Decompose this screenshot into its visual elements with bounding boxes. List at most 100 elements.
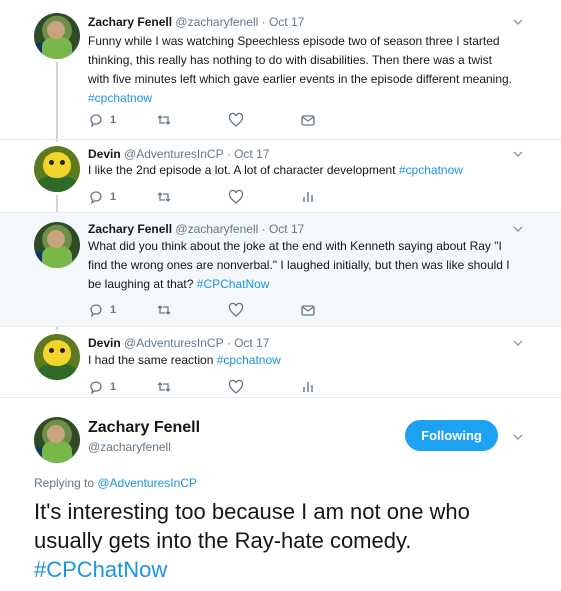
analytics-button[interactable] [300, 379, 316, 395]
avatar[interactable] [34, 334, 80, 380]
author-handle[interactable]: @zacharyfenell [175, 15, 258, 29]
heart-icon [228, 379, 244, 394]
tweet-text-line: Funny while I was watching Speechless ep… [88, 34, 500, 48]
reply-icon [90, 381, 102, 395]
tweet[interactable]: Zachary Fenell @zacharyfenell · Oct 17 W… [0, 213, 561, 327]
tweet-date[interactable]: Oct 17 [269, 222, 304, 236]
separator-dot: · [261, 222, 266, 236]
tweet[interactable]: Devin @AdventuresInCP · Oct 17 I had the… [0, 327, 561, 398]
retweet-button[interactable] [156, 302, 172, 318]
direct-message-button[interactable] [300, 112, 316, 128]
tweet-header: Zachary Fenell @zacharyfenell · Oct 17 [88, 222, 304, 236]
tweet-header: Devin @AdventuresInCP · Oct 17 [88, 147, 269, 161]
tweet-text: I like the 2nd episode a lot. A lot of c… [88, 161, 528, 180]
author-name[interactable]: Zachary Fenell [88, 419, 200, 437]
hashtag-link[interactable]: #CPChatNow [34, 557, 167, 582]
retweet-button[interactable] [156, 189, 172, 205]
tweet-text: Funny while I was watching Speechless ep… [88, 32, 528, 108]
tweet[interactable]: Zachary Fenell @zacharyfenell · Oct 17 F… [0, 0, 561, 140]
chevron-down-icon[interactable] [512, 16, 524, 28]
tweet-text-line: What did you think about the joke at the… [88, 239, 502, 253]
reply-button[interactable]: 1 [88, 112, 116, 128]
separator-dot: · [226, 147, 231, 161]
author-handle[interactable]: @zacharyfenell [175, 222, 258, 236]
tweet-header: Devin @AdventuresInCP · Oct 17 [88, 336, 269, 350]
hashtag-link[interactable]: #cpchatnow [399, 163, 463, 177]
reply-count: 1 [110, 304, 117, 316]
retweet-button[interactable] [156, 379, 172, 395]
author-handle[interactable]: @zacharyfenell [88, 440, 171, 454]
like-button[interactable] [228, 379, 244, 395]
tweet-text-line: I had the same reaction [88, 353, 217, 367]
direct-message-button[interactable] [300, 302, 316, 318]
tweet-actions: 1 [88, 302, 388, 318]
replying-to-link[interactable]: @AdventuresInCP [97, 476, 197, 490]
avatar[interactable] [34, 222, 80, 268]
avatar[interactable] [34, 417, 80, 463]
reply-count: 1 [110, 114, 117, 126]
hashtag-link[interactable]: #cpchatnow [217, 353, 281, 367]
focused-tweet-text: It's interesting too because I am not on… [34, 497, 554, 584]
message-icon [301, 305, 315, 316]
tweet-actions: 1 [88, 112, 388, 128]
retweet-button[interactable] [156, 112, 172, 128]
like-button[interactable] [228, 302, 244, 318]
tweet-text: What did you think about the joke at the… [88, 237, 528, 294]
tweet-text-line: It's interesting too because I am not on… [34, 499, 470, 524]
reply-button[interactable]: 1 [88, 189, 116, 205]
separator-dot: · [226, 336, 231, 350]
retweet-icon [157, 305, 171, 315]
retweet-icon [157, 192, 171, 202]
tweet-date[interactable]: Oct 17 [234, 336, 269, 350]
reply-icon [90, 191, 102, 205]
tweet-date[interactable]: Oct 17 [269, 15, 304, 29]
replying-to: Replying to @AdventuresInCP [34, 476, 197, 490]
heart-icon [228, 189, 244, 204]
tweet-actions: 1 [88, 379, 388, 395]
avatar[interactable] [34, 146, 80, 192]
tweet-text-line: usually gets into the Ray-hate comedy. [34, 528, 412, 553]
reply-button[interactable]: 1 [88, 302, 116, 318]
author-handle[interactable]: @AdventuresInCP [124, 147, 223, 161]
author-name[interactable]: Devin [88, 147, 121, 161]
chevron-down-icon[interactable] [512, 223, 524, 235]
like-button[interactable] [228, 189, 244, 205]
author-name[interactable]: Zachary Fenell [88, 222, 172, 236]
tweet-text-line: I like the 2nd episode a lot. A lot of c… [88, 163, 399, 177]
reply-icon [90, 304, 102, 318]
tweet-text-line: thinking, this really has nothing to do … [88, 53, 492, 67]
analytics-icon [303, 382, 313, 392]
tweet-text-line: be laughing at that? [88, 277, 197, 291]
reply-count: 1 [110, 381, 117, 393]
tweet-text: I had the same reaction #cpchatnow [88, 351, 528, 370]
hashtag-link[interactable]: #CPChatNow [197, 277, 270, 291]
retweet-icon [157, 115, 171, 125]
tweet-date[interactable]: Oct 17 [234, 147, 269, 161]
author-handle[interactable]: @AdventuresInCP [124, 336, 223, 350]
chevron-down-icon[interactable] [512, 431, 524, 443]
analytics-icon [303, 192, 313, 202]
author-name[interactable]: Devin [88, 336, 121, 350]
tweet-actions: 1 [88, 189, 388, 205]
heart-icon [228, 302, 244, 317]
author-name[interactable]: Zachary Fenell [88, 15, 172, 29]
avatar[interactable] [34, 13, 80, 59]
tweet[interactable]: Devin @AdventuresInCP · Oct 17 I like th… [0, 140, 561, 213]
reply-count: 1 [110, 191, 117, 203]
following-button[interactable]: Following [405, 420, 498, 451]
analytics-button[interactable] [300, 189, 316, 205]
chevron-down-icon[interactable] [512, 148, 524, 160]
message-icon [301, 115, 315, 126]
chevron-down-icon[interactable] [512, 337, 524, 349]
retweet-icon [157, 382, 171, 392]
hashtag-link[interactable]: #cpchatnow [88, 91, 152, 105]
reply-icon [90, 114, 102, 128]
reply-button[interactable]: 1 [88, 379, 116, 395]
separator-dot: · [261, 15, 266, 29]
heart-icon [228, 112, 244, 127]
like-button[interactable] [228, 112, 244, 128]
tweet-header: Zachary Fenell @zacharyfenell · Oct 17 [88, 15, 304, 29]
tweet-text-line: find the wrong ones are nonverbal." I la… [88, 258, 510, 272]
replying-to-label: Replying to [34, 476, 98, 490]
tweet-text-line: with five minutes left which gave earlie… [88, 72, 513, 86]
